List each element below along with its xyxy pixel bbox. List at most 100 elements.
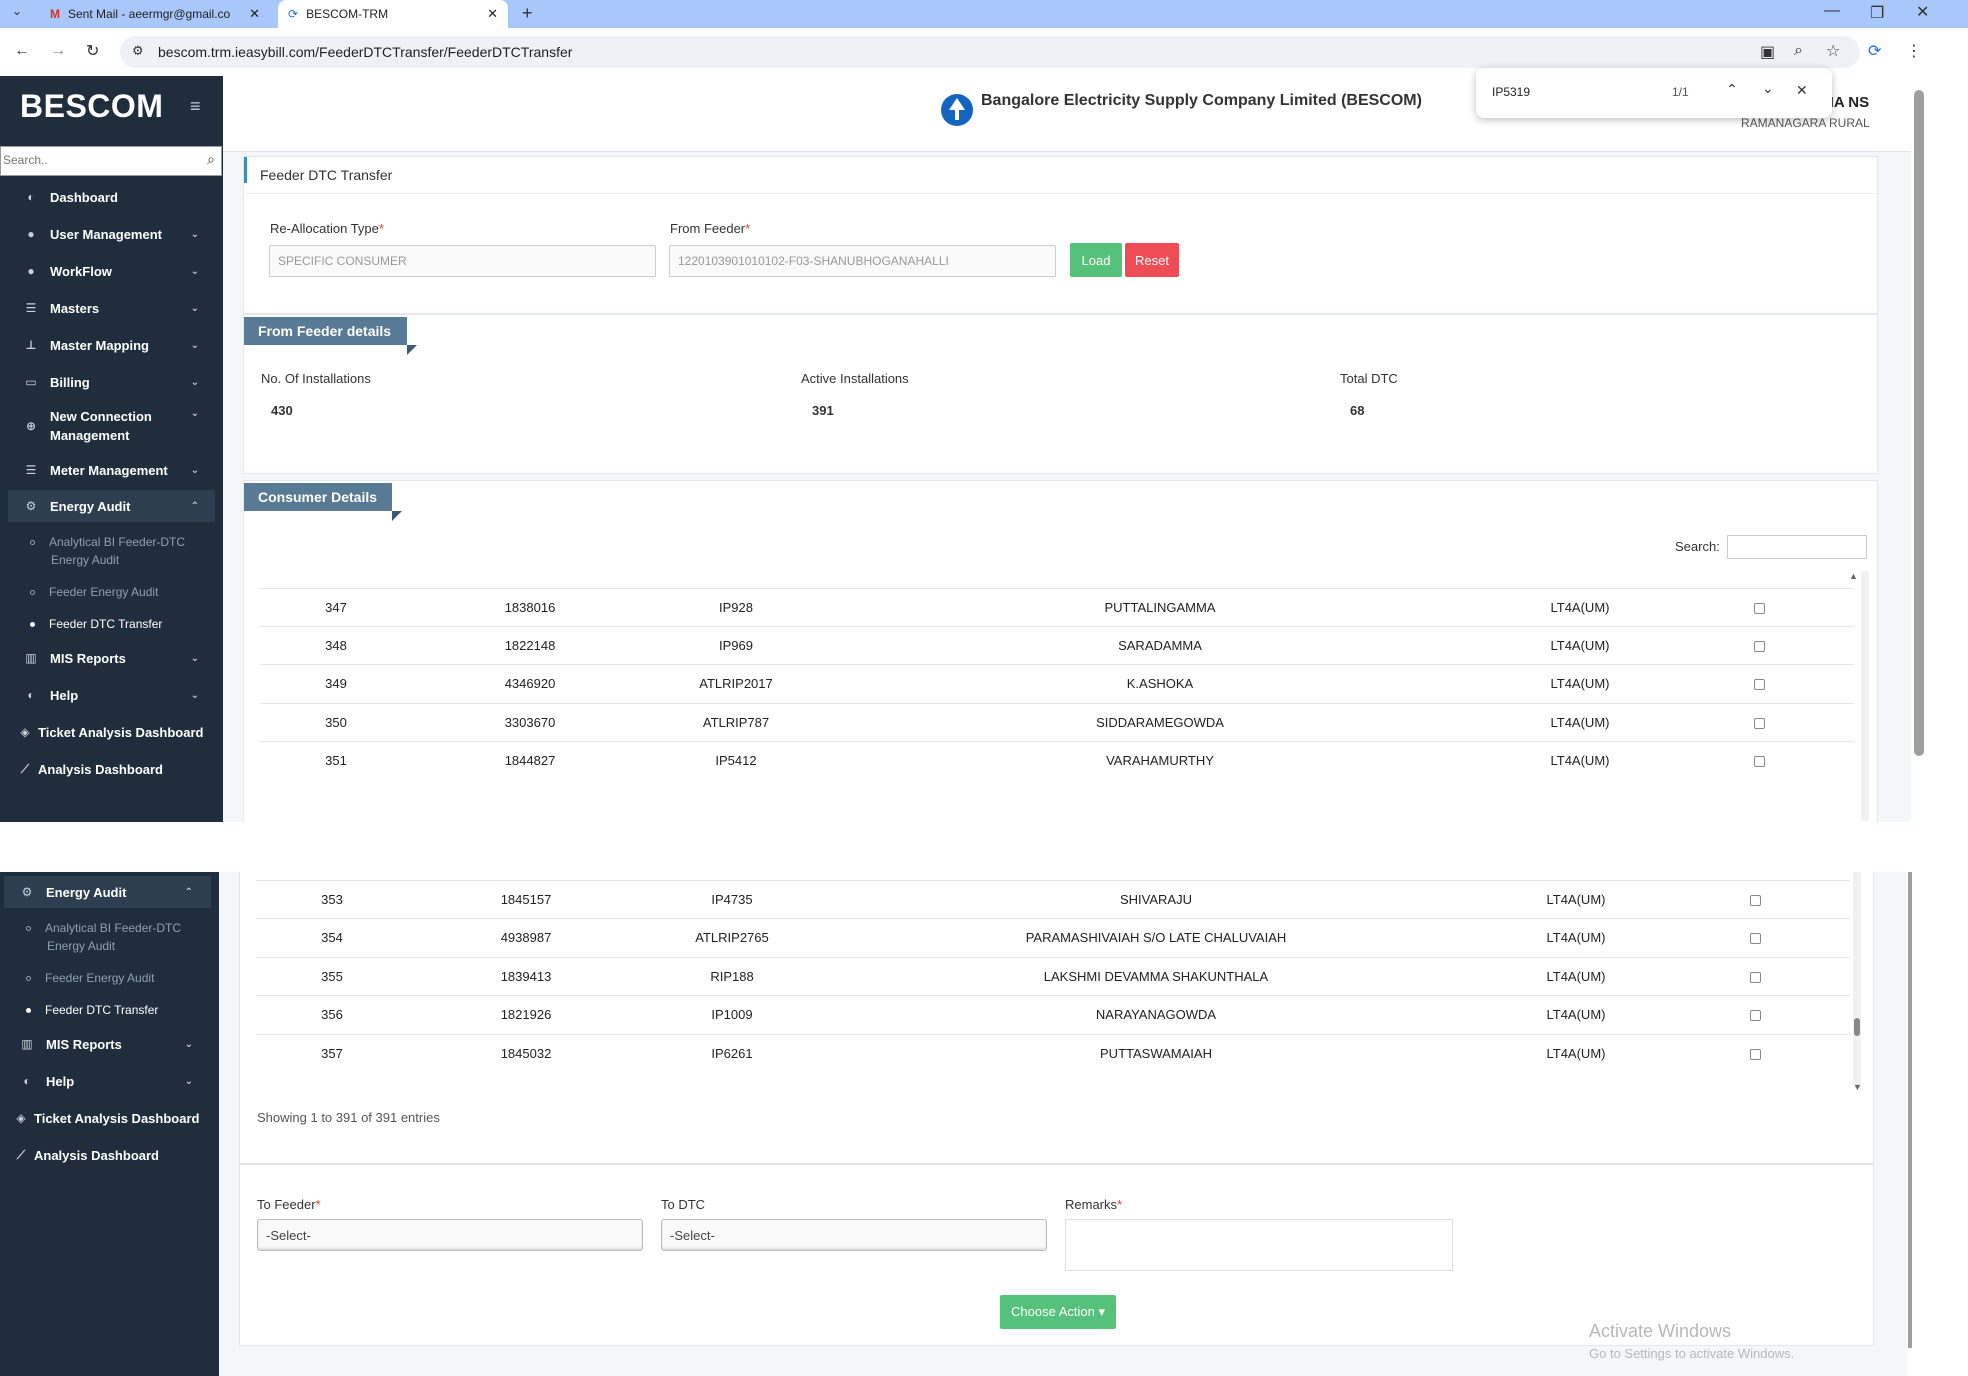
sidebar-sub-analytical-bi[interactable]: Analytical BI Feeder-DTC Energy Audit [30,533,185,569]
label-text: Re-Allocation Type [270,221,379,236]
cell-consumer-name: PUTTASWAMAIAH [1100,1045,1212,1061]
row-checkbox[interactable] [1750,1010,1761,1022]
sidebar-sub-analytical-bi[interactable]: Analytical BI Feeder-DTC Energy Audit [26,919,181,955]
required-mark: * [745,221,751,236]
table-scrollbar[interactable] [1853,872,1861,1088]
tab-gmail[interactable]: M Sent Mail - aeermgr@gmail.co ✕ [40,0,270,28]
sidebar-item-help[interactable]: ◐ Help ⌄ [0,680,223,710]
sidebar-item-label: Management [50,428,130,443]
table-scrollbar[interactable] [1861,571,1869,821]
remarks-textarea[interactable] [1065,1219,1453,1271]
row-checkbox[interactable] [1754,755,1765,767]
page-scroll-thumb[interactable] [1908,872,1912,1348]
sidebar-item-user-management[interactable]: ● User Management ⌄ [0,219,223,249]
load-button[interactable]: Load [1070,243,1122,277]
sidebar-item-mis-reports[interactable]: ▥ MIS Reports ⌄ [0,1029,219,1059]
zoom-icon[interactable]: ⌕ [1794,42,1803,60]
sidebar-search-input[interactable] [1,147,191,173]
sidebar-item-ticket-analysis[interactable]: ◈ Ticket Analysis Dashboard [0,717,223,747]
hamburger-icon[interactable]: ≡ [190,96,201,117]
sidebar-item-energy-audit[interactable]: ⚙ Energy Audit ⌃ [0,491,223,521]
app-logo[interactable]: BESCOM [20,88,163,125]
sidebar-item-billing[interactable]: ▭ Billing ⌄ [0,367,223,397]
sidebar-sub-feeder-dtc-transfer[interactable]: Feeder DTC Transfer [30,615,162,633]
sidebar-search[interactable]: ⌕ [0,146,222,176]
sidebar-item-mis-reports[interactable]: ▥ MIS Reports ⌄ [0,643,223,673]
cell-consumer-name: PARAMASHIVAIAH S/O LATE CHALUVAIAH [1025,930,1287,946]
sidebar-item-analysis-dashboard[interactable]: ⟋ Analysis Dashboard [0,1140,219,1170]
sidebar: BESCOM ≡ ⌕ ◐Dashboard ●User Management⌄ … [0,76,223,822]
new-tab-icon[interactable]: + [522,3,533,24]
row-checkbox[interactable] [1750,895,1761,906]
sidebar-sub-feeder-energy-audit[interactable]: Feeder Energy Audit [26,969,154,987]
cell-tariff: LT4A(UM) [1550,676,1610,692]
row-checkbox[interactable] [1754,641,1765,653]
close-tab-icon[interactable]: ✕ [249,6,260,22]
plus-circle-icon: ⊕ [25,419,37,433]
table-search-input[interactable] [1727,535,1867,559]
table-info: Showing 1 to 391 of 391 entries [257,1110,440,1125]
sidebar-sub-feeder-dtc-transfer[interactable]: Feeder DTC Transfer [26,1001,158,1019]
sidebar-item-label: MIS Reports [46,1036,122,1052]
sidebar-item-masters[interactable]: ☰ Masters ⌄ [0,293,223,323]
sidebar-item-master-mapping[interactable]: ⊥ Master Mapping ⌄ [0,330,223,360]
forward-icon[interactable]: → [50,42,66,60]
sidebar-item-energy-audit[interactable]: ⚙ Energy Audit ⌃ [0,877,219,907]
row-checkbox[interactable] [1754,717,1765,729]
row-checkbox[interactable] [1750,933,1761,945]
sidebar-item-new-connection[interactable]: ⊕ New Connection Management ⌄ [0,404,223,448]
row-checkbox[interactable] [1750,1048,1761,1060]
restore-icon[interactable]: ❐ [1870,3,1884,23]
close-tab-icon[interactable]: ✕ [487,6,498,22]
reset-button[interactable]: Reset [1125,243,1179,277]
from-feeder-field[interactable]: 1220103901010102-F03-SHANUBHOGANAHALLI [669,245,1056,277]
row-checkbox[interactable] [1750,971,1761,983]
sidebar-item-label: Analysis Dashboard [38,761,163,777]
reload-icon[interactable]: ↻ [86,41,99,61]
find-close-icon[interactable]: ✕ [1796,82,1808,99]
sidebar-item-dashboard[interactable]: ◐ Dashboard [0,182,223,212]
from-feeder-label: From Feeder* [670,221,750,236]
screenshot-gap [0,822,1968,872]
site-info-icon[interactable]: ⚙ [132,43,144,59]
url-field[interactable]: bescom.trm.ieasybill.com/FeederDTCTransf… [120,36,1860,68]
sidebar-sub-label: Feeder Energy Audit [49,585,159,599]
bullet-icon [26,976,31,982]
sidebar-item-workflow[interactable]: ● WorkFlow ⌄ [0,256,223,286]
back-icon[interactable]: ← [14,42,30,60]
scroll-down-icon[interactable]: ▼ [1853,1082,1862,1092]
row-checkbox[interactable] [1754,679,1765,691]
page-scroll-thumb[interactable] [1914,90,1924,756]
realloc-type-field[interactable]: SPECIFIC CONSUMER [269,245,656,277]
ticket-icon: ◈ [16,1111,26,1125]
sidebar-item-ticket-analysis[interactable]: ◈ Ticket Analysis Dashboard [0,1103,219,1133]
realloc-type-label: Re-Allocation Type* [270,221,384,236]
sidebar-item-analysis-dashboard[interactable]: ⟋ Analysis Dashboard [0,754,223,784]
cell-rr-number: IP928 [719,600,753,615]
sidebar-sub-feeder-energy-audit[interactable]: Feeder Energy Audit [30,583,158,601]
scroll-up-icon[interactable]: ▲ [1849,571,1858,581]
choose-action-button[interactable]: Choose Action ▾ [1000,1295,1116,1329]
bookmark-star-icon[interactable]: ☆ [1826,41,1840,61]
sidebar-item-meter-management[interactable]: ☰ Meter Management ⌄ [0,455,223,485]
table-search-label: Search: [1675,539,1720,554]
page-scroll-track [1912,76,1968,822]
page-icon[interactable]: ▣ [1760,42,1775,62]
to-dtc-select[interactable]: -Select- [661,1219,1047,1251]
find-next-icon[interactable]: ⌄ [1762,80,1774,97]
extension-icon[interactable]: ⟳ [1868,41,1881,61]
close-window-icon[interactable]: ✕ [1916,2,1929,22]
menu-dots-icon[interactable]: ⋮ [1906,41,1922,61]
table-scroll-thumb[interactable] [1854,1018,1860,1036]
row-checkbox[interactable] [1754,603,1765,614]
sidebar-item-help[interactable]: ◐ Help ⌄ [0,1066,219,1096]
sidebar-sub-label: Feeder Energy Audit [45,971,155,985]
to-feeder-select[interactable]: -Select- [257,1219,643,1251]
sidebar-item-label: Master Mapping [50,337,149,353]
minimize-icon[interactable]: — [1824,2,1840,20]
find-prev-icon[interactable]: ⌃ [1726,81,1738,98]
find-input[interactable]: IP5319 [1492,85,1530,99]
tab-search-icon[interactable]: ⌄ [12,4,22,18]
tab-bescom[interactable]: ⟳ BESCOM-TRM ✕ [278,0,508,28]
bullet-icon [26,1008,31,1014]
